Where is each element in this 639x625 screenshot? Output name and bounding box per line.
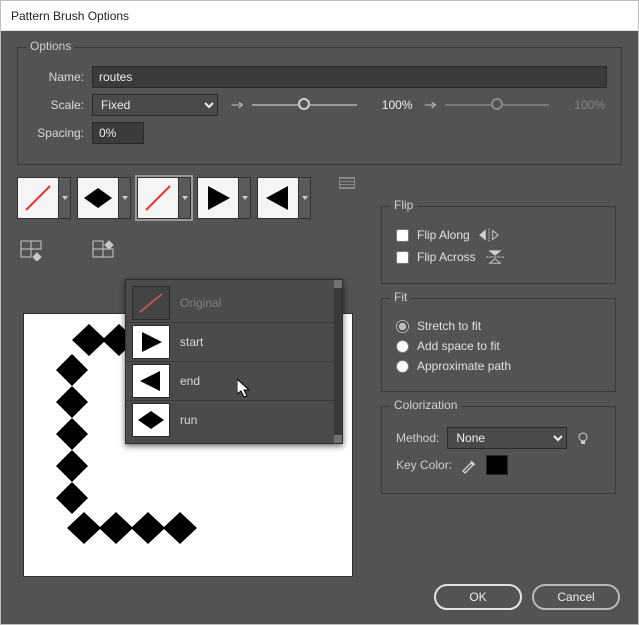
scale-slider[interactable]: [252, 104, 357, 106]
spacing-input[interactable]: [92, 122, 144, 144]
tile-outer-corner[interactable]: [17, 177, 59, 219]
corner-structure-right-icon[interactable]: [91, 239, 127, 261]
spacing-label: Spacing:: [32, 126, 92, 140]
keycolor-swatch[interactable]: [486, 455, 508, 475]
menu-item-run[interactable]: run: [126, 401, 342, 439]
name-label: Name:: [32, 70, 92, 84]
scale-label: Scale:: [32, 98, 92, 112]
ok-button[interactable]: OK: [434, 584, 522, 610]
colorization-legend: Colorization: [390, 398, 461, 412]
flip-across-check[interactable]: Flip Across: [396, 249, 601, 265]
menu-item-label: start: [180, 335, 203, 349]
tile-wells: [17, 177, 357, 267]
tile-end[interactable]: [257, 177, 299, 219]
scale-constrain-left-icon[interactable]: [228, 97, 246, 113]
menu-item-original: Original: [126, 284, 342, 323]
scale-slider-2: [445, 104, 550, 106]
window-title: Pattern Brush Options: [11, 9, 129, 23]
fit-panel: Fit Stretch to fit Add space to fit Appr…: [381, 298, 616, 392]
tip-icon[interactable]: [575, 430, 591, 446]
menu-item-label: end: [180, 374, 200, 388]
tile-pattern-menu[interactable]: Original start end run: [125, 279, 343, 444]
flip-panel: Flip Flip Along Flip Across: [381, 206, 616, 284]
colorization-method-dropdown[interactable]: None: [447, 427, 567, 449]
flip-along-check[interactable]: Flip Along: [396, 227, 601, 243]
flip-across-icon: [484, 249, 506, 265]
tile-outer-corner-menu[interactable]: [59, 177, 71, 219]
options-group: Options Name: Scale: Fixed 100%: [17, 47, 622, 165]
name-input[interactable]: [92, 66, 607, 88]
scale-mode-dropdown[interactable]: Fixed: [92, 94, 218, 116]
fit-legend: Fit: [390, 290, 411, 304]
scale-value[interactable]: 100%: [363, 98, 415, 112]
flip-legend: Flip: [390, 198, 417, 212]
tile-start[interactable]: [197, 177, 239, 219]
menu-item-start[interactable]: start: [126, 323, 342, 362]
menu-scrollbar[interactable]: [334, 280, 342, 443]
tile-inner-corner[interactable]: [137, 177, 179, 219]
tile-side[interactable]: [77, 177, 119, 219]
menu-item-label: run: [180, 413, 197, 427]
corner-structure-left-icon[interactable]: [19, 239, 55, 261]
tile-list-toggle-icon[interactable]: [339, 177, 355, 189]
options-legend: Options: [26, 39, 75, 53]
colorization-panel: Colorization Method: None Key Color:: [381, 406, 616, 494]
cancel-button[interactable]: Cancel: [532, 584, 620, 610]
eyedropper-icon[interactable]: [460, 456, 478, 474]
tile-side-menu[interactable]: [119, 177, 131, 219]
scale-value-2: 100%: [555, 98, 607, 112]
method-label: Method:: [396, 431, 439, 445]
flip-along-icon: [478, 227, 500, 243]
menu-item-end[interactable]: end: [126, 362, 342, 401]
tile-inner-corner-menu[interactable]: [179, 177, 191, 219]
scale-constrain-right-icon[interactable]: [421, 97, 439, 113]
keycolor-label: Key Color:: [396, 458, 452, 472]
fit-approx-radio[interactable]: Approximate path: [396, 359, 601, 373]
fit-addspace-radio[interactable]: Add space to fit: [396, 339, 601, 353]
tile-start-menu[interactable]: [239, 177, 251, 219]
tile-end-menu[interactable]: [299, 177, 311, 219]
fit-stretch-radio[interactable]: Stretch to fit: [396, 319, 601, 333]
titlebar[interactable]: Pattern Brush Options: [1, 1, 638, 31]
menu-item-label: Original: [180, 296, 221, 310]
